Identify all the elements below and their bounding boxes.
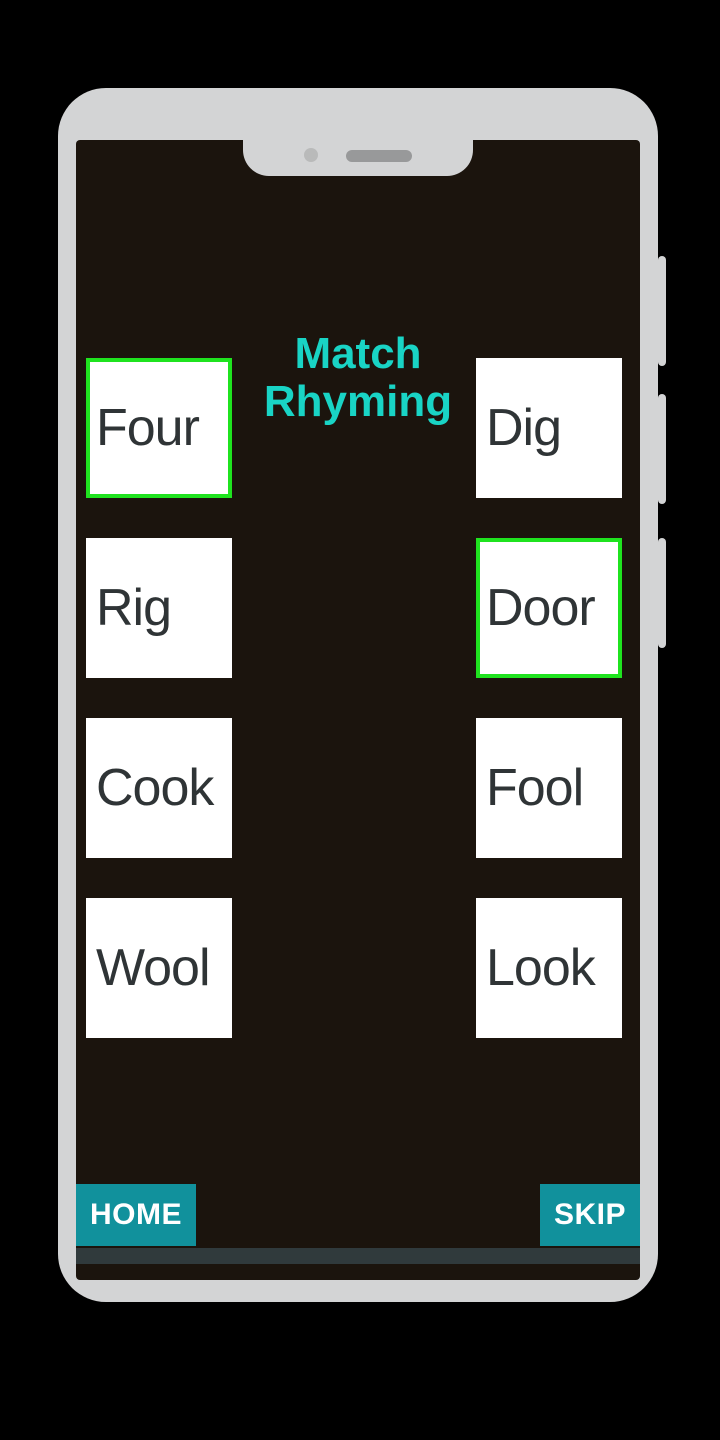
phone-frame: Match Rhyming Four Rig Cook Wool Dig Doo… <box>58 88 658 1302</box>
footer-divider <box>76 1248 640 1264</box>
footer: HOME SKIP <box>76 1192 640 1264</box>
phone-side-button-icon <box>658 538 666 648</box>
phone-side-button-icon <box>658 256 666 366</box>
word-card-left-3[interactable]: Wool <box>86 898 232 1038</box>
word-card-left-1[interactable]: Rig <box>86 538 232 678</box>
word-card-left-2[interactable]: Cook <box>86 718 232 858</box>
word-card-right-2[interactable]: Fool <box>476 718 622 858</box>
phone-side-button-icon <box>658 394 666 504</box>
home-button[interactable]: HOME <box>76 1184 196 1246</box>
match-connection-line <box>76 140 376 290</box>
game-area: Match Rhyming Four Rig Cook Wool Dig Doo… <box>76 140 640 1280</box>
stage: Match Rhyming Four Rig Cook Wool Dig Doo… <box>0 0 720 1440</box>
word-card-right-0[interactable]: Dig <box>476 358 622 498</box>
word-card-right-3[interactable]: Look <box>476 898 622 1038</box>
word-card-left-0[interactable]: Four <box>86 358 232 498</box>
phone-screen: Match Rhyming Four Rig Cook Wool Dig Doo… <box>76 140 640 1280</box>
skip-button[interactable]: SKIP <box>540 1184 640 1246</box>
word-card-right-1[interactable]: Door <box>476 538 622 678</box>
